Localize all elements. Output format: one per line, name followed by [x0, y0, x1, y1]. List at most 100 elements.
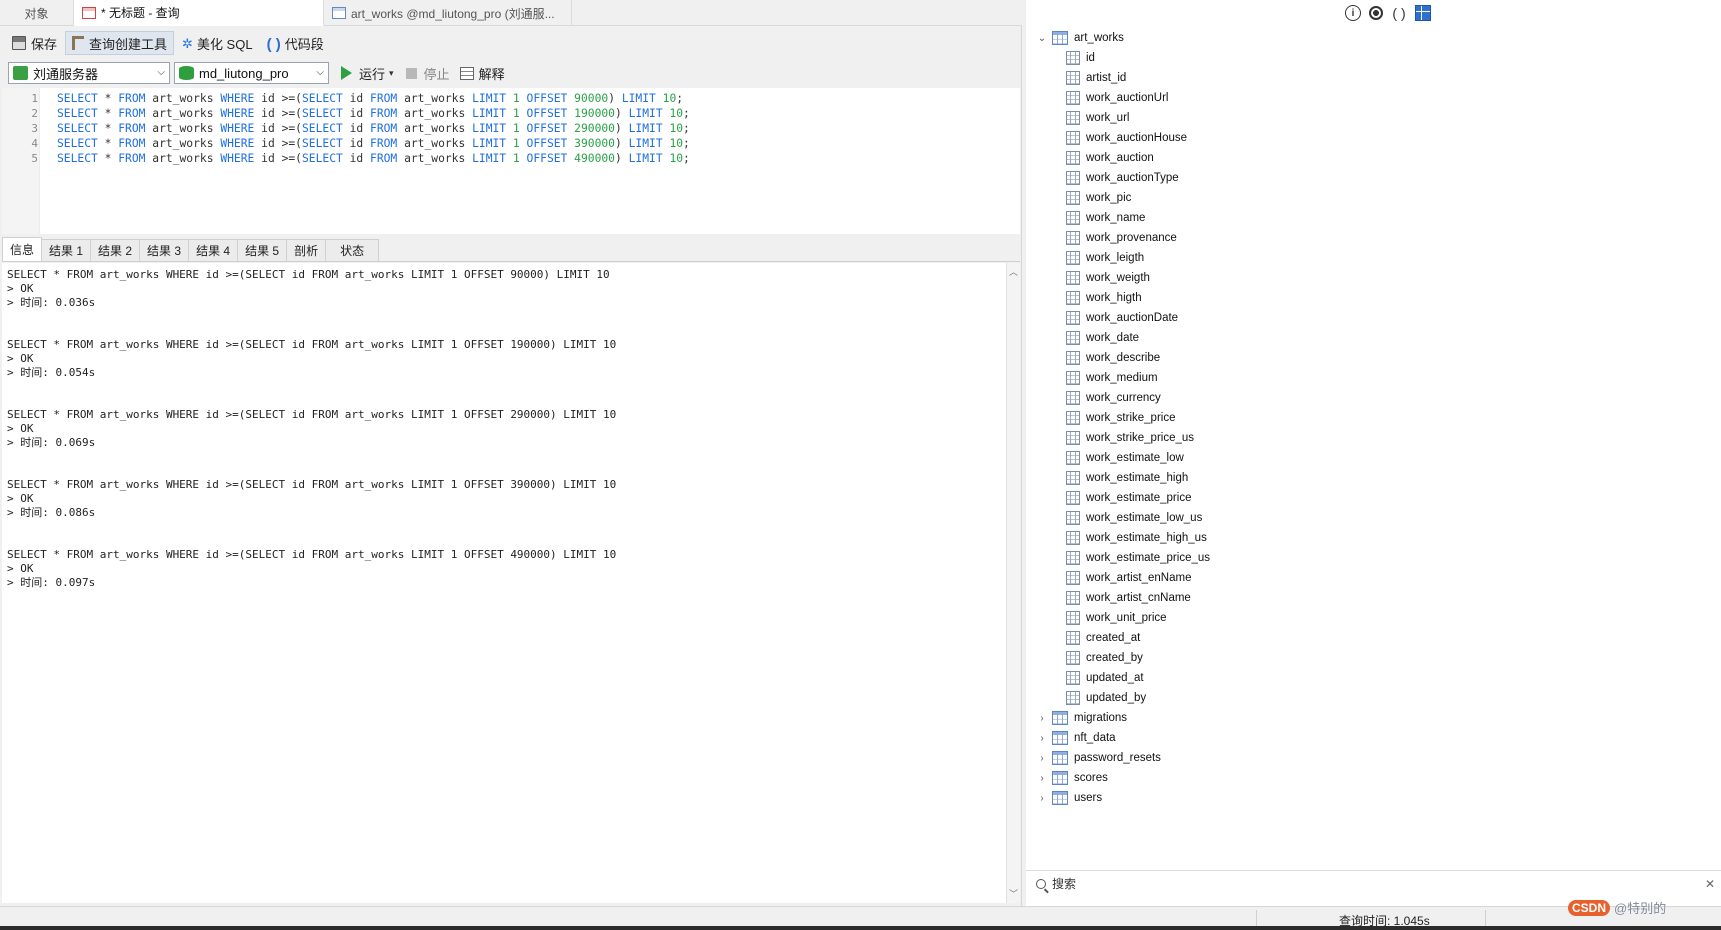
tree-item-label: work_auctionDate — [1086, 312, 1179, 324]
run-button[interactable]: 运行 ▾ — [341, 64, 394, 83]
tree-column-item[interactable]: work_artist_cnName — [1066, 588, 1191, 608]
tree-column-item[interactable]: work_auctionUrl — [1066, 88, 1168, 108]
query-builder-button[interactable]: 查询创建工具 — [65, 31, 175, 55]
tree-column-item[interactable]: work_date — [1066, 328, 1139, 348]
database-value: md_liutong_pro — [199, 65, 289, 81]
tree-column-item[interactable]: work_auction — [1066, 148, 1154, 168]
ddl-parentheses-icon[interactable]: ( ) — [1391, 5, 1407, 21]
message-output: SELECT * FROM art_works WHERE id >=(SELE… — [2, 263, 1006, 903]
tree-column-item[interactable]: work_auctionHouse — [1066, 128, 1187, 148]
watermark-text: @特别的 — [1614, 901, 1667, 916]
output-scrollbar[interactable]: ︿ ﹀ — [1006, 263, 1020, 903]
tab-table-art-works[interactable]: art_works @md_liutong_pro (刘通服... — [324, 0, 572, 26]
tree-column-item[interactable]: work_url — [1066, 108, 1129, 128]
tree-column-item[interactable]: work_pic — [1066, 188, 1131, 208]
tree-item-label: work_estimate_price — [1086, 492, 1192, 504]
tree-item-label: id — [1086, 52, 1095, 64]
tree-column-item[interactable]: work_auctionType — [1066, 168, 1179, 188]
database-select[interactable]: md_liutong_pro ⌵ — [174, 62, 329, 84]
preview-eye-icon[interactable] — [1369, 6, 1383, 20]
tab-result-2[interactable]: 结果 2 — [90, 239, 141, 261]
app-window: 对象 * 无标题 - 查询 art_works @md_liutong_pro … — [0, 0, 1721, 930]
chevron-right-icon[interactable]: › — [1036, 713, 1048, 724]
tree-column-item[interactable]: work_artist_enName — [1066, 568, 1191, 588]
tab-query[interactable]: * 无标题 - 查询 — [74, 0, 324, 26]
tab-result-4[interactable]: 结果 4 — [188, 239, 239, 261]
tree-column-item[interactable]: work_estimate_price_us — [1066, 548, 1210, 568]
tree-column-item[interactable]: work_estimate_high — [1066, 468, 1188, 488]
tab-info[interactable]: 信息 — [2, 237, 43, 261]
code-line: SELECT * FROM art_works WHERE id >=(SELE… — [57, 137, 690, 150]
tree-column-item[interactable]: work_medium — [1066, 368, 1158, 388]
beautify-sql-button[interactable]: ✲ 美化 SQL — [176, 31, 259, 55]
sql-editor[interactable]: 1 2 3 4 5 SELECT * FROM art_works WHERE … — [2, 88, 1020, 234]
chevron-right-icon[interactable]: › — [1036, 793, 1048, 804]
tree-item-label: work_weigth — [1086, 272, 1150, 284]
scroll-down-icon[interactable]: ﹀ — [1009, 887, 1018, 900]
tree-column-item[interactable]: created_by — [1066, 648, 1143, 668]
tab-result-5[interactable]: 结果 5 — [237, 239, 288, 261]
chevron-right-icon[interactable]: › — [1036, 753, 1048, 764]
tree-column-item[interactable]: work_leigth — [1066, 248, 1144, 268]
hammer-icon — [72, 36, 85, 50]
column-icon — [1066, 171, 1080, 185]
table-grid-icon[interactable] — [1415, 5, 1431, 21]
tab-objects[interactable]: 对象 — [0, 0, 74, 26]
tree-column-item[interactable]: work_estimate_low_us — [1066, 508, 1202, 528]
tree-table-art-works[interactable]: ⌄ art_works — [1036, 28, 1124, 48]
tree-item-label: created_at — [1086, 632, 1141, 644]
tree-column-item[interactable]: created_at — [1066, 628, 1140, 648]
tab-result-1[interactable]: 结果 1 — [41, 239, 92, 261]
column-icon — [1066, 671, 1080, 685]
tree-column-item[interactable]: work_name — [1066, 208, 1145, 228]
tree-column-item[interactable]: work_strike_price — [1066, 408, 1175, 428]
chevron-right-icon[interactable]: › — [1036, 733, 1048, 744]
tree-column-item[interactable]: work_currency — [1066, 388, 1161, 408]
tree-column-item[interactable]: work_estimate_low — [1066, 448, 1184, 468]
save-icon — [12, 36, 26, 50]
tree-column-item[interactable]: work_unit_price — [1066, 608, 1167, 628]
tree-column-item[interactable]: work_auctionDate — [1066, 308, 1178, 328]
tree-column-item[interactable]: id — [1066, 48, 1095, 68]
message-ok: > OK — [7, 492, 34, 505]
tree-column-item[interactable]: updated_at — [1066, 668, 1144, 688]
tree-column-item[interactable]: work_describe — [1066, 348, 1160, 368]
tree-search[interactable]: 搜索 ✕ — [1026, 870, 1721, 896]
tree-column-item[interactable]: work_estimate_high_us — [1066, 528, 1207, 548]
column-icon — [1066, 691, 1080, 705]
tree-column-item[interactable]: work_estimate_price — [1066, 488, 1191, 508]
tree-table-item[interactable]: › nft_data — [1036, 728, 1116, 748]
tree-column-item[interactable]: work_provenance — [1066, 228, 1177, 248]
server-select[interactable]: 刘通服务器 ⌵ — [8, 62, 170, 84]
column-icon — [1066, 151, 1080, 165]
tree-column-item[interactable]: work_weigth — [1066, 268, 1150, 288]
column-icon — [1066, 371, 1080, 385]
close-icon[interactable]: ✕ — [1705, 877, 1715, 891]
stop-icon — [405, 67, 417, 79]
tree-column-item[interactable]: work_higth — [1066, 288, 1142, 308]
code-snippet-button[interactable]: ( ) 代码段 — [261, 31, 330, 55]
tree-item-label: work_name — [1086, 212, 1146, 224]
chevron-right-icon[interactable]: › — [1036, 773, 1048, 784]
snippet-label: 代码段 — [284, 36, 324, 52]
save-button[interactable]: 保存 — [6, 31, 63, 55]
chevron-down-icon[interactable]: ⌄ — [1036, 33, 1048, 44]
tab-profile[interactable]: 剖析 — [286, 239, 327, 261]
explain-button[interactable]: 解释 — [459, 64, 505, 83]
tree-table-item[interactable]: › users — [1036, 788, 1102, 808]
tree-table-item[interactable]: › password_resets — [1036, 748, 1161, 768]
tab-status[interactable]: 状态 — [325, 239, 380, 261]
column-icon — [1066, 111, 1080, 125]
stop-button[interactable]: 停止 — [405, 64, 450, 83]
column-icon — [1066, 651, 1080, 665]
tree-table-item[interactable]: › scores — [1036, 768, 1108, 788]
tree-column-item[interactable]: artist_id — [1066, 68, 1126, 88]
tab-result-3[interactable]: 结果 3 — [139, 239, 190, 261]
line-number: 2 — [31, 107, 38, 120]
info-icon[interactable]: i — [1345, 5, 1361, 21]
scroll-up-icon[interactable]: ︿ — [1009, 265, 1018, 278]
search-input[interactable]: 搜索 — [1052, 875, 1076, 892]
tree-column-item[interactable]: work_strike_price_us — [1066, 428, 1194, 448]
tree-column-item[interactable]: updated_by — [1066, 688, 1146, 708]
tree-table-item[interactable]: › migrations — [1036, 708, 1127, 728]
